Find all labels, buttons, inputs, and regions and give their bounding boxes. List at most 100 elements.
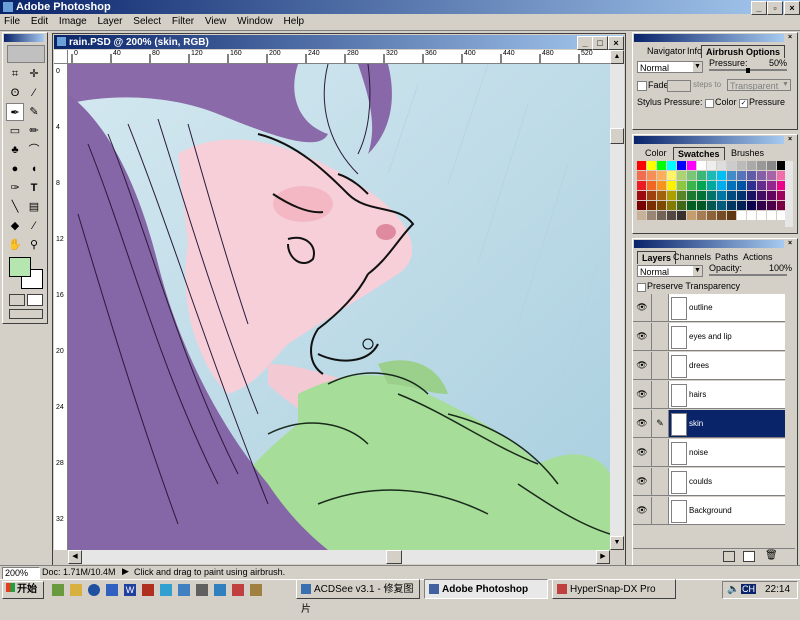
- eye-icon[interactable]: 👁: [633, 294, 652, 321]
- screen-mode-icon[interactable]: [9, 309, 43, 319]
- color-swatch[interactable]: [697, 181, 706, 190]
- color-swatch[interactable]: [657, 161, 666, 170]
- color-swatch[interactable]: [747, 201, 756, 210]
- layer-row-coulds[interactable]: 👁 coulds: [633, 468, 785, 496]
- swatch-grid[interactable]: [637, 161, 786, 227]
- layer-row-outline[interactable]: 👁 outline: [633, 294, 785, 322]
- quicklaunch-icon-4[interactable]: [106, 584, 118, 596]
- tab-paths[interactable]: Paths: [711, 251, 742, 263]
- stylus-color-checkbox[interactable]: [705, 99, 714, 108]
- color-swatch[interactable]: [707, 171, 716, 180]
- layer-row-background[interactable]: 👁 Background: [633, 497, 785, 525]
- line-tool-icon[interactable]: ╲: [6, 198, 24, 216]
- color-swatch[interactable]: [687, 171, 696, 180]
- preserve-transparency-checkbox[interactable]: [637, 283, 646, 292]
- color-swatch[interactable]: [637, 211, 646, 220]
- menu-file[interactable]: File: [4, 16, 20, 27]
- brush-icon[interactable]: ✎: [652, 410, 669, 437]
- quicklaunch-icon-10[interactable]: [214, 584, 226, 596]
- fade-steps-input[interactable]: [667, 80, 691, 92]
- menu-view[interactable]: View: [205, 16, 227, 27]
- link-slot[interactable]: [652, 468, 669, 495]
- color-swatch[interactable]: [717, 171, 726, 180]
- color-swatch[interactable]: [717, 161, 726, 170]
- blend-mode-select[interactable]: Normal ▼: [637, 265, 703, 277]
- color-swatch[interactable]: [757, 201, 766, 210]
- gradient-tool-icon[interactable]: ▤: [25, 198, 43, 216]
- color-swatch[interactable]: [767, 161, 776, 170]
- dodge-tool-icon[interactable]: ◖: [25, 160, 43, 178]
- zoom-tool-icon[interactable]: ⚲: [25, 236, 43, 254]
- status-arrow-icon[interactable]: ▶: [122, 566, 129, 577]
- color-swatch[interactable]: [757, 191, 766, 200]
- canvas[interactable]: [68, 64, 610, 550]
- color-swatch[interactable]: [697, 191, 706, 200]
- quicklaunch-icon-5[interactable]: W: [124, 584, 136, 596]
- quicklaunch-icon-11[interactable]: [232, 584, 244, 596]
- color-swatch[interactable]: [677, 201, 686, 210]
- color-swatch[interactable]: [677, 171, 686, 180]
- color-swatch[interactable]: [757, 161, 766, 170]
- paint-bucket-icon[interactable]: ◆: [6, 217, 24, 235]
- doc-close-button[interactable]: ×: [608, 36, 624, 50]
- color-swatch[interactable]: [647, 161, 656, 170]
- quicklaunch-icon-6[interactable]: [142, 584, 154, 596]
- color-swatch[interactable]: [727, 191, 736, 200]
- type-tool-icon[interactable]: T: [25, 179, 43, 197]
- eye-icon[interactable]: 👁: [633, 323, 652, 350]
- task-acdsee[interactable]: ACDSee v3.1 - 修复图片: [296, 579, 420, 615]
- vertical-scrollbar[interactable]: ▲ ▼: [610, 50, 624, 550]
- color-swatch[interactable]: [727, 211, 736, 220]
- color-swatch[interactable]: [737, 201, 746, 210]
- horizontal-scroll-thumb[interactable]: [386, 550, 402, 564]
- pressure-slider-handle[interactable]: [746, 68, 750, 73]
- color-swatch[interactable]: [637, 171, 646, 180]
- doc-size[interactable]: Doc: 1.71M/10.4M: [42, 567, 116, 577]
- layer-mask-icon[interactable]: [723, 551, 735, 562]
- layer-row-eyes-and-lip[interactable]: 👁 eyes and lip: [633, 323, 785, 351]
- color-swatch[interactable]: [637, 161, 646, 170]
- color-swatch[interactable]: [747, 211, 756, 220]
- color-swatch[interactable]: [767, 181, 776, 190]
- airbrush-mode-select[interactable]: Normal ▼: [637, 61, 703, 73]
- quicklaunch-icon-3[interactable]: [88, 584, 100, 596]
- menu-filter[interactable]: Filter: [172, 16, 194, 27]
- opacity-value[interactable]: 100%: [769, 263, 792, 273]
- link-slot[interactable]: [652, 381, 669, 408]
- color-swatch[interactable]: [707, 161, 716, 170]
- color-swatch[interactable]: [697, 171, 706, 180]
- move-tool-icon[interactable]: ✛: [25, 65, 43, 83]
- lasso-tool-icon[interactable]: ʘ: [6, 84, 24, 102]
- color-swatch[interactable]: [737, 211, 746, 220]
- color-swatch[interactable]: [637, 191, 646, 200]
- color-swatch[interactable]: [647, 191, 656, 200]
- start-button[interactable]: 开始: [2, 581, 44, 599]
- layer-row-hairs[interactable]: 👁 hairs: [633, 381, 785, 409]
- color-swatch[interactable]: [747, 161, 756, 170]
- quicklaunch-icon-8[interactable]: [178, 584, 190, 596]
- color-swatch[interactable]: [747, 191, 756, 200]
- color-swatch[interactable]: [757, 171, 766, 180]
- hand-tool-icon[interactable]: ✋: [6, 236, 24, 254]
- color-swatch[interactable]: [657, 181, 666, 190]
- color-swatch[interactable]: [677, 191, 686, 200]
- minimize-button[interactable]: _: [751, 1, 767, 15]
- opacity-slider-track[interactable]: [709, 274, 787, 276]
- color-swatch[interactable]: [737, 161, 746, 170]
- color-swatch[interactable]: [687, 191, 696, 200]
- menu-image[interactable]: Image: [59, 16, 87, 27]
- color-swatch[interactable]: [717, 181, 726, 190]
- tab-airbrush-options[interactable]: Airbrush Options: [701, 45, 785, 58]
- layer-row-drees[interactable]: 👁 drees: [633, 352, 785, 380]
- history-brush-icon[interactable]: ⌒: [25, 141, 43, 159]
- color-swatch[interactable]: [707, 181, 716, 190]
- paintbrush-tool-icon[interactable]: ✎: [25, 103, 43, 121]
- tab-actions[interactable]: Actions: [739, 251, 777, 263]
- color-swatch[interactable]: [637, 201, 646, 210]
- layer-row-noise[interactable]: 👁 noise: [633, 439, 785, 467]
- eye-icon[interactable]: 👁: [633, 381, 652, 408]
- menu-help[interactable]: Help: [284, 16, 305, 27]
- pen-tool-icon[interactable]: ✑: [6, 179, 24, 197]
- color-swatch[interactable]: [667, 211, 676, 220]
- airbrush-tool-icon[interactable]: ✒: [6, 103, 24, 121]
